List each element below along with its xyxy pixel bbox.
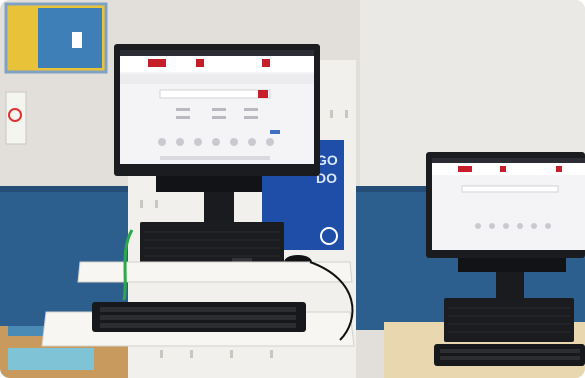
right-desktop-pc bbox=[444, 298, 574, 342]
right-keyboard bbox=[434, 344, 585, 366]
right-monitor-base-bar bbox=[458, 258, 566, 272]
monitor-base-bar bbox=[156, 176, 262, 192]
workstation-photo: GO DO bbox=[0, 0, 585, 378]
upper-shelf bbox=[77, 261, 353, 283]
photo-frame: GO DO bbox=[0, 0, 585, 378]
table-leaflet bbox=[8, 348, 94, 370]
monitor-stand bbox=[204, 192, 234, 222]
